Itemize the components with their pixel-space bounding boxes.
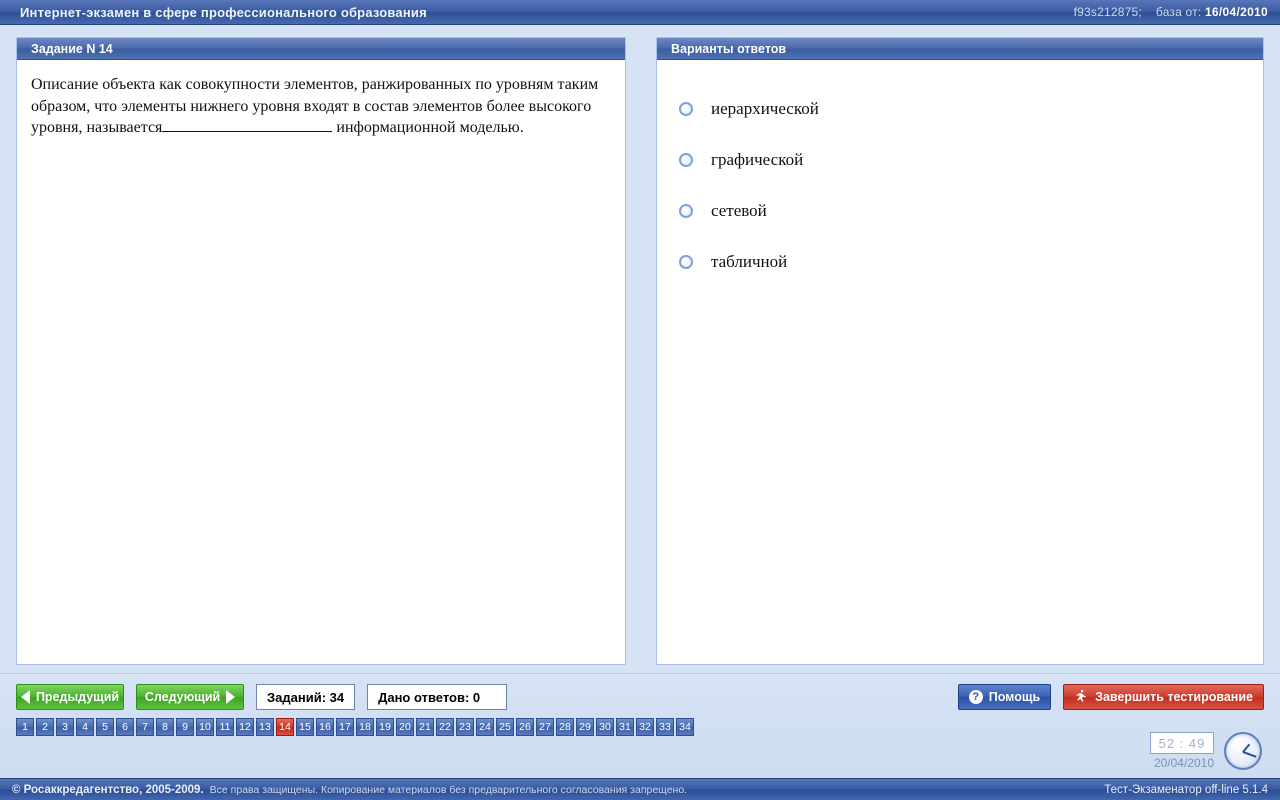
- question-mark-icon: ?: [969, 690, 983, 704]
- pager-cell[interactable]: 25: [496, 718, 514, 736]
- pager-cell[interactable]: 28: [556, 718, 574, 736]
- pager-cell[interactable]: 33: [656, 718, 674, 736]
- triangle-right-icon: [226, 690, 235, 704]
- pager-cell[interactable]: 2: [36, 718, 54, 736]
- pager-cell[interactable]: 21: [416, 718, 434, 736]
- current-date: 20/04/2010: [1154, 756, 1214, 770]
- controls-bar: Предыдущий Следующий Заданий: 34 Дано от…: [0, 673, 1280, 778]
- pager-cell[interactable]: 34: [676, 718, 694, 736]
- pager-cell[interactable]: 31: [616, 718, 634, 736]
- blank-line: [162, 131, 332, 132]
- running-person-icon: [1074, 688, 1089, 706]
- next-button[interactable]: Следующий: [136, 684, 244, 710]
- clock-icon: [1224, 732, 1262, 770]
- pager-cell[interactable]: 18: [356, 718, 374, 736]
- pager-cell[interactable]: 9: [176, 718, 194, 736]
- main-area: Задание N 14 Описание объекта как совоку…: [0, 25, 1280, 673]
- pager-cell[interactable]: 1: [16, 718, 34, 736]
- total-questions-box: Заданий: 34: [256, 684, 355, 710]
- time-remaining: 52 : 49: [1150, 732, 1214, 754]
- app-title: Интернет-экзамен в сфере профессионально…: [20, 5, 1074, 20]
- answer-option[interactable]: иерархической: [671, 84, 1249, 135]
- session-id: f93s212875;: [1074, 5, 1142, 19]
- answer-option[interactable]: графической: [671, 135, 1249, 186]
- pager-cell[interactable]: 5: [96, 718, 114, 736]
- pager-cell[interactable]: 3: [56, 718, 74, 736]
- pager-cell[interactable]: 4: [76, 718, 94, 736]
- footer-note: Все права защищены. Копирование материал…: [210, 784, 1105, 796]
- answer-text: иерархической: [711, 98, 819, 121]
- pager-cell[interactable]: 11: [216, 718, 234, 736]
- triangle-left-icon: [21, 690, 30, 704]
- pager-cell[interactable]: 10: [196, 718, 214, 736]
- radio-icon: [679, 204, 693, 218]
- answer-text: сетевой: [711, 200, 767, 223]
- answer-option[interactable]: табличной: [671, 237, 1249, 288]
- pager-cell[interactable]: 23: [456, 718, 474, 736]
- pager-cell[interactable]: 19: [376, 718, 394, 736]
- answers-header: Варианты ответов: [657, 38, 1263, 60]
- radio-icon: [679, 255, 693, 269]
- pager-cell[interactable]: 32: [636, 718, 654, 736]
- pager-cell[interactable]: 13: [256, 718, 274, 736]
- pager-cell[interactable]: 17: [336, 718, 354, 736]
- pager-cell[interactable]: 22: [436, 718, 454, 736]
- footer-copyright: © Росаккредагентство, 2005-2009.: [12, 784, 204, 796]
- question-text: Описание объекта как совокупности элемен…: [17, 60, 625, 664]
- question-panel: Задание N 14 Описание объекта как совоку…: [16, 37, 626, 665]
- pager-cell[interactable]: 29: [576, 718, 594, 736]
- radio-icon: [679, 102, 693, 116]
- pager-cell[interactable]: 14: [276, 718, 294, 736]
- title-bar: Интернет-экзамен в сфере профессионально…: [0, 0, 1280, 25]
- pager-cell[interactable]: 20: [396, 718, 414, 736]
- pager-cell[interactable]: 7: [136, 718, 154, 736]
- pager-cell[interactable]: 12: [236, 718, 254, 736]
- answer-text: табличной: [711, 251, 787, 274]
- prev-button[interactable]: Предыдущий: [16, 684, 124, 710]
- question-pager: 1234567891011121314151617181920212223242…: [16, 718, 1264, 736]
- footer-version: Тест-Экзаменатор off-line 5.1.4: [1104, 784, 1268, 796]
- pager-cell[interactable]: 26: [516, 718, 534, 736]
- answers-body: иерархической графической сетевой табличной: [657, 60, 1263, 664]
- answered-count-box: Дано ответов: 0: [367, 684, 507, 710]
- pager-cell[interactable]: 15: [296, 718, 314, 736]
- pager-cell[interactable]: 30: [596, 718, 614, 736]
- answers-panel: Варианты ответов иерархической графическо…: [656, 37, 1264, 665]
- question-header: Задание N 14: [17, 38, 625, 60]
- database-label: база от: 16/04/2010: [1156, 5, 1268, 19]
- pager-cell[interactable]: 8: [156, 718, 174, 736]
- answer-text: графической: [711, 149, 803, 172]
- clock-zone: 52 : 49 20/04/2010: [1150, 732, 1262, 770]
- finish-test-button[interactable]: Завершить тестирование: [1063, 684, 1264, 710]
- help-button[interactable]: ? Помощь: [958, 684, 1051, 710]
- controls-row: Предыдущий Следующий Заданий: 34 Дано от…: [16, 684, 1264, 710]
- answer-option[interactable]: сетевой: [671, 186, 1249, 237]
- pager-cell[interactable]: 16: [316, 718, 334, 736]
- footer-bar: © Росаккредагентство, 2005-2009. Все пра…: [0, 778, 1280, 800]
- pager-cell[interactable]: 6: [116, 718, 134, 736]
- radio-icon: [679, 153, 693, 167]
- pager-cell[interactable]: 24: [476, 718, 494, 736]
- pager-cell[interactable]: 27: [536, 718, 554, 736]
- answer-list: иерархической графической сетевой табличной: [671, 74, 1249, 288]
